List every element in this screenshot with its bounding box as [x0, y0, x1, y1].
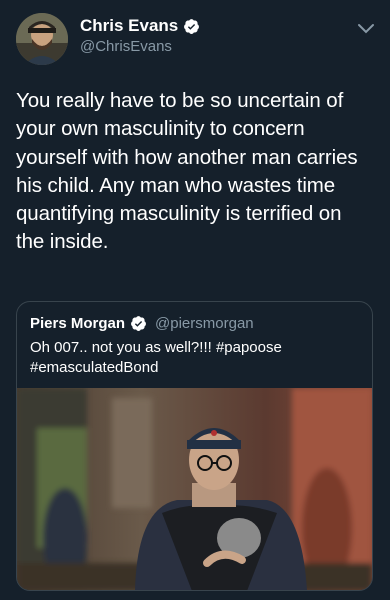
tweet-text-line: your own masculinity to concern	[16, 117, 305, 141]
tweet-text-line: yourself with how another man carries	[16, 145, 358, 169]
quoted-author-name: Piers Morgan	[30, 314, 126, 332]
author-name[interactable]: Chris Evans	[80, 16, 178, 36]
author-handle[interactable]: @ChrisEvans	[80, 38, 172, 55]
quoted-text-line: #emasculatedBond	[30, 359, 159, 376]
tweet-text-line: quantifying masculinity is terrified on	[16, 202, 342, 226]
quoted-text-line: Oh 007.. not you as well?!!! #papoose	[30, 339, 282, 356]
quoted-tweet-text: Oh 007.. not you as well?!!! #papoose #e…	[30, 338, 360, 378]
tweet-text-line: his child. Any man who wastes time	[16, 173, 336, 197]
tweet-header: Chris Evans @ChrisEvans	[0, 0, 390, 70]
avatar[interactable]	[16, 13, 68, 65]
quoted-author-row: Piers Morgan @piersmorgan	[30, 313, 254, 333]
quoted-tweet-card[interactable]: Piers Morgan @piersmorgan Oh 007.. not y…	[16, 301, 373, 591]
author-name-row: Chris Evans	[80, 15, 200, 37]
verified-badge-icon	[131, 315, 146, 331]
tweet-text-line: the inside.	[16, 230, 109, 254]
tweet-text-line: You really have to be so uncertain of	[16, 89, 344, 112]
chevron-down-icon[interactable]	[356, 22, 376, 36]
verified-badge-icon	[184, 18, 200, 34]
quoted-tweet-photo[interactable]	[17, 388, 372, 591]
tweet-text: You really have to be so uncertain of yo…	[16, 87, 378, 257]
quoted-author-handle: @piersmorgan	[155, 314, 254, 332]
